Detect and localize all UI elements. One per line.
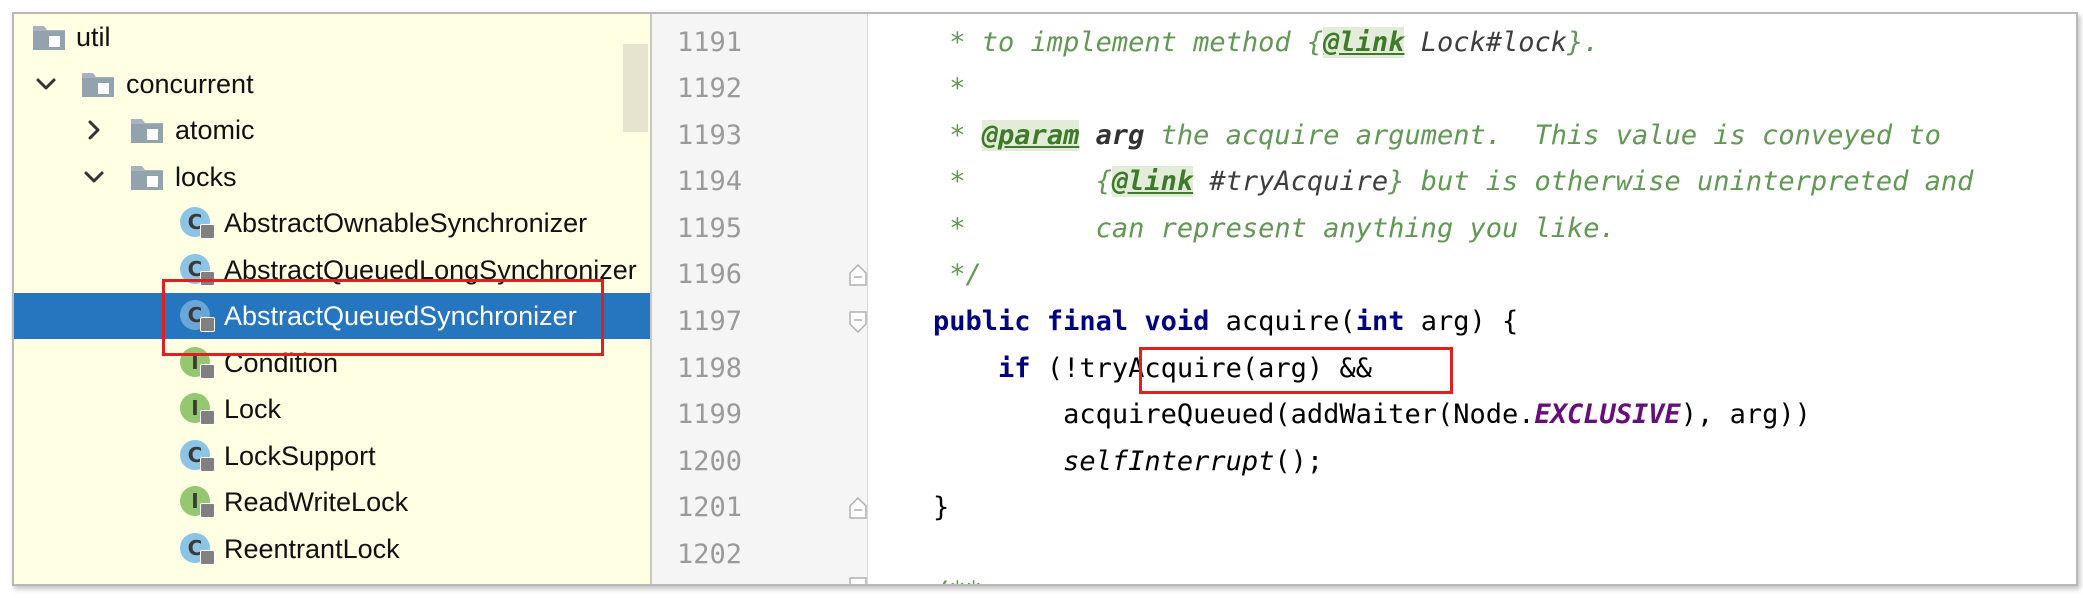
ide-window: util concurrent atomic locks C AbstractOwnabl… xyxy=(12,12,2078,586)
code-line-1194: * {@link #tryAcquire} but is otherwise u… xyxy=(868,166,1974,197)
line-number: 1200 xyxy=(676,446,742,477)
package-folder-icon xyxy=(32,23,66,51)
line-number: 1198 xyxy=(676,353,742,384)
package-folder-icon xyxy=(130,163,164,191)
tree-item-label: locks xyxy=(175,161,237,192)
fold-marker-icon[interactable] xyxy=(849,577,867,584)
tree-item-label: AbstractOwnableSynchronizer xyxy=(224,208,588,238)
fold-marker-icon[interactable] xyxy=(849,263,867,286)
code-editor[interactable]: * to implement method {@link Lock#lock}.… xyxy=(868,14,2076,584)
line-number-gutter: 1191 1192 1193 1194 1195 1196 1197 1198 1199 1200… xyxy=(652,14,867,584)
line-number: 1201 xyxy=(676,492,742,523)
lock-overlay-icon xyxy=(200,456,215,472)
tree-item-label: atomic xyxy=(175,115,255,145)
class-icon: C xyxy=(179,532,215,566)
package-folder-icon xyxy=(81,70,115,98)
tree-item-label: concurrent xyxy=(126,68,254,99)
lock-overlay-icon xyxy=(200,410,215,425)
package-folder-icon xyxy=(130,116,164,144)
line-number: 1199 xyxy=(676,399,742,430)
tree-item-locks[interactable]: locks xyxy=(14,154,650,200)
tree-item-atomic[interactable]: atomic xyxy=(14,107,650,153)
code-line-1195: * can represent anything you like. xyxy=(868,213,1616,244)
tree-item-label: Lock xyxy=(224,394,282,424)
tree-scrollbar[interactable] xyxy=(623,44,648,132)
line-number: 1193 xyxy=(676,120,742,151)
lock-overlay-icon xyxy=(200,224,215,239)
tree-item-locksupport[interactable]: C LockSupport xyxy=(14,433,650,479)
interface-icon: I xyxy=(179,485,215,519)
line-number: 1192 xyxy=(676,73,742,104)
line-number: 1194 xyxy=(676,166,742,197)
tree-item-util[interactable]: util xyxy=(14,14,650,60)
chevron-down-icon[interactable] xyxy=(82,165,106,189)
tree-item-label: LockSupport xyxy=(224,440,376,471)
fold-marker-icon[interactable] xyxy=(849,311,867,334)
class-icon: C xyxy=(179,206,215,240)
tree-item-reentrantlock[interactable]: C ReentrantLock xyxy=(14,526,650,572)
line-number: 1196 xyxy=(676,259,742,290)
chevron-right-icon[interactable] xyxy=(82,118,106,142)
line-number: 1202 xyxy=(676,539,742,570)
highlight-box-tryacquire xyxy=(1139,347,1453,394)
code-line-1193: * @param arg the acquire argument. This … xyxy=(868,120,1941,151)
tree-item-label: util xyxy=(76,22,111,52)
code-line-1192: * xyxy=(868,73,966,104)
code-line-1197: public final void acquire(int arg) { xyxy=(933,306,1519,337)
interface-icon: I xyxy=(179,392,215,426)
code-line-1196: */ xyxy=(868,259,982,290)
tree-item-abstractownablesynchronizer[interactable]: C AbstractOwnableSynchronizer xyxy=(14,200,650,246)
tree-item-readwritelock[interactable]: I ReadWriteLock xyxy=(14,479,650,525)
tree-item-label: ReadWriteLock xyxy=(224,487,409,517)
line-number: 1195 xyxy=(676,213,742,244)
code-line-1199: acquireQueued(addWaiter(Node.EXCLUSIVE),… xyxy=(1063,399,1811,430)
line-number: 1191 xyxy=(676,27,742,58)
tree-item-concurrent[interactable]: concurrent xyxy=(14,61,650,107)
lock-overlay-icon xyxy=(200,363,215,379)
chevron-down-icon[interactable] xyxy=(34,72,58,96)
code-line-trailing: /** xyxy=(868,576,982,584)
highlight-box-class xyxy=(162,279,604,356)
code-line-1201: } xyxy=(868,492,950,523)
code-line-1191: * to implement method {@link Lock#lock}. xyxy=(868,27,1600,58)
tree-item-lock[interactable]: I Lock xyxy=(14,386,650,432)
class-icon: C xyxy=(179,439,215,473)
lock-overlay-icon xyxy=(200,503,215,518)
lock-overlay-icon xyxy=(200,549,215,565)
fold-marker-icon[interactable] xyxy=(849,496,867,519)
code-line-1200: selfInterrupt(); xyxy=(1063,446,1324,477)
line-number: 1197 xyxy=(676,306,742,337)
tree-item-label: ReentrantLock xyxy=(224,533,400,564)
